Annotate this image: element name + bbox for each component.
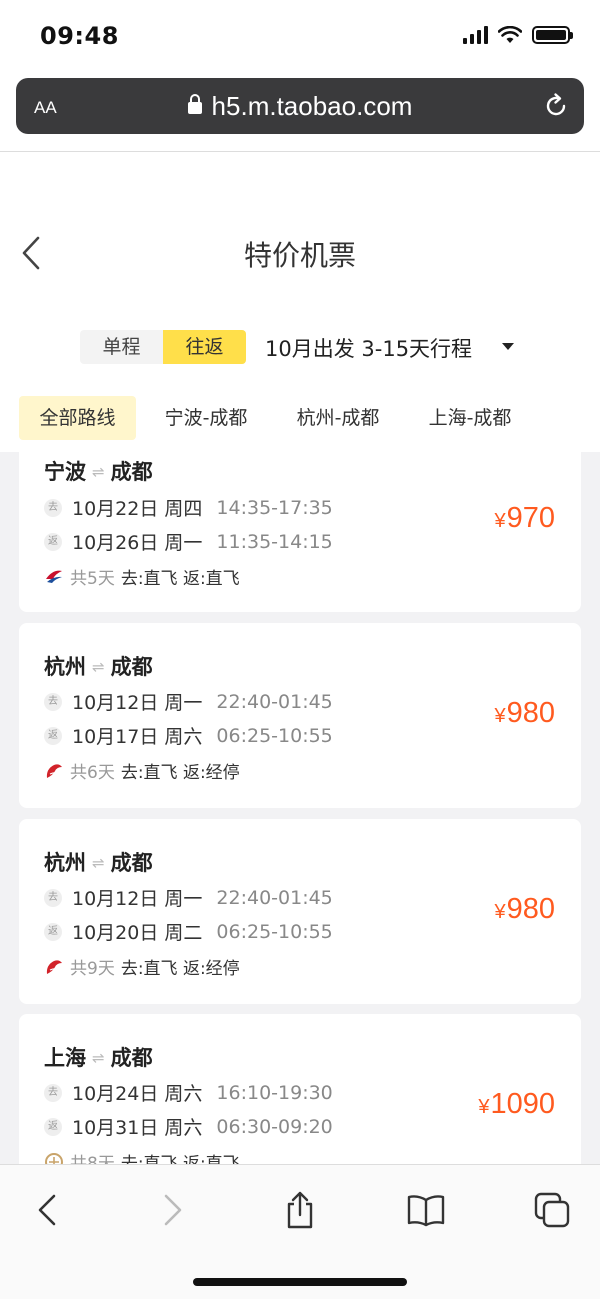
trip-summary: 共6天 去:直飞 返:经停: [44, 758, 240, 783]
return-badge: 返: [44, 532, 62, 551]
sichuan-airlines-icon: [46, 763, 62, 778]
share-icon[interactable]: [280, 1190, 320, 1230]
return-leg: 返 10月17日 周六 06:25-10:55: [44, 722, 333, 749]
route-title: 宁波 ⇌ 成都: [44, 460, 153, 484]
status-icons: [463, 26, 573, 44]
cellular-signal-icon: [463, 26, 488, 44]
reload-icon[interactable]: [542, 92, 570, 120]
tab-shanghai-chengdu[interactable]: 上海-成都: [422, 396, 518, 440]
departure-filter[interactable]: 10月出发 3-15天行程: [265, 333, 472, 363]
outbound-badge: 去: [44, 888, 62, 907]
trip-summary: 共9天 去:直飞 返:经停: [44, 954, 240, 979]
wifi-icon: [498, 26, 522, 43]
trip-summary: 共8天 去:直飞 返:直飞: [44, 1149, 240, 1164]
tab-ningbo-chengdu[interactable]: 宁波-成都: [158, 396, 254, 440]
route-title: 杭州 ⇌ 成都: [44, 655, 153, 679]
tabs-icon[interactable]: [532, 1190, 572, 1230]
address-bar[interactable]: AA h5.m.taobao.com: [16, 78, 584, 134]
flight-card[interactable]: 上海 ⇌ 成都 去 10月24日 周六 16:10-19:30 返 10月31日 周…: [19, 1014, 581, 1164]
return-leg: 返 10月31日 周六 06:30-09:20: [44, 1113, 333, 1140]
back-icon[interactable]: [28, 1190, 68, 1230]
return-badge: 返: [44, 726, 62, 745]
flight-card[interactable]: 宁波 ⇌ 成都 去 10月22日 周四 14:35-17:35 返 10月26日 周…: [19, 452, 581, 612]
route-title: 杭州 ⇌ 成都: [44, 851, 153, 875]
return-badge: 返: [44, 1117, 62, 1136]
bookmarks-icon[interactable]: [406, 1190, 446, 1230]
flight-list[interactable]: 宁波 ⇌ 成都 去 10月22日 周四 14:35-17:35 返 10月26日 周…: [0, 452, 600, 1164]
airline-logo-icon: [45, 1152, 63, 1164]
outbound-badge: 去: [44, 498, 62, 517]
forward-icon[interactable]: [152, 1190, 192, 1230]
trip-type-one-way[interactable]: 单程: [80, 330, 163, 364]
tab-hangzhou-chengdu[interactable]: 杭州-成都: [290, 396, 386, 440]
browser-toolbar: [0, 1164, 600, 1299]
lock-icon: [187, 94, 202, 114]
price: ¥980: [494, 697, 555, 729]
china-eastern-icon: [46, 570, 62, 583]
caret-down-icon[interactable]: [502, 343, 514, 350]
battery-icon: [532, 26, 573, 44]
browser-address-area: AA h5.m.taobao.com: [0, 72, 600, 152]
trip-type-round-trip[interactable]: 往返: [163, 330, 246, 364]
swap-icon: ⇌: [92, 463, 105, 481]
outbound-badge: 去: [44, 1083, 62, 1102]
url-display[interactable]: h5.m.taobao.com: [16, 91, 584, 122]
return-leg: 返 10月26日 周一 11:35-14:15: [44, 528, 333, 555]
status-time: 09:48: [40, 22, 119, 50]
outbound-badge: 去: [44, 692, 62, 711]
flight-card[interactable]: 杭州 ⇌ 成都 去 10月12日 周一 22:40-01:45 返 10月20日 周…: [19, 819, 581, 1004]
page-header: 特价机票 单程 往返 10月出发 3-15天行程 全部路线 宁波-成都 杭州-成…: [0, 152, 600, 452]
outbound-leg: 去 10月12日 周一 22:40-01:45: [44, 688, 333, 715]
trip-type-toggle: 单程 往返: [80, 330, 246, 364]
outbound-leg: 去 10月12日 周一 22:40-01:45: [44, 884, 333, 911]
swap-icon: ⇌: [92, 658, 105, 676]
outbound-leg: 去 10月24日 周六 16:10-19:30: [44, 1079, 333, 1106]
url-text: h5.m.taobao.com: [211, 91, 413, 121]
swap-icon: ⇌: [92, 854, 105, 872]
trip-summary: 共5天 去:直飞 返:直飞: [44, 564, 240, 589]
home-indicator: [193, 1278, 407, 1286]
price: ¥1090: [478, 1088, 555, 1120]
tab-all-routes[interactable]: 全部路线: [19, 396, 136, 440]
price: ¥970: [494, 502, 555, 534]
route-tabs: 全部路线 宁波-成都 杭州-成都 上海-成都: [0, 396, 600, 440]
route-title: 上海 ⇌ 成都: [44, 1046, 153, 1070]
price: ¥980: [494, 893, 555, 925]
swap-icon: ⇌: [92, 1049, 105, 1067]
outbound-leg: 去 10月22日 周四 14:35-17:35: [44, 494, 333, 521]
page-title: 特价机票: [243, 239, 356, 272]
flight-card[interactable]: 杭州 ⇌ 成都 去 10月12日 周一 22:40-01:45 返 10月17日 周…: [19, 623, 581, 808]
return-leg: 返 10月20日 周二 06:25-10:55: [44, 918, 333, 945]
status-bar: 09:48: [0, 0, 600, 72]
sichuan-airlines-icon: [46, 959, 62, 974]
return-badge: 返: [44, 922, 62, 941]
